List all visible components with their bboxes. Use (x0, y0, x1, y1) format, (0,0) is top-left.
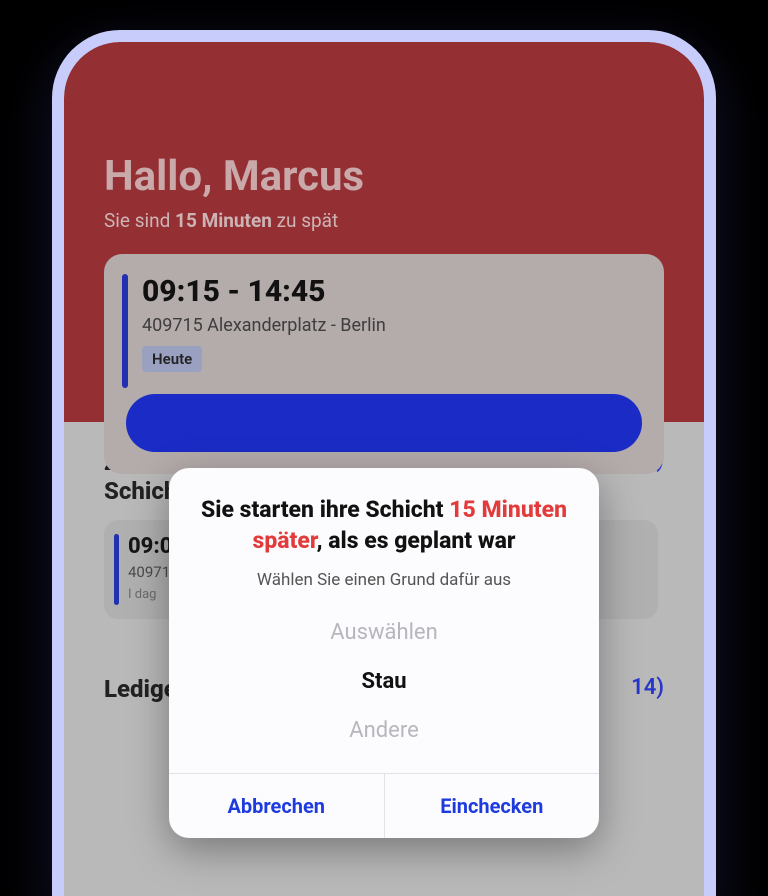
modal-title: Sie starten ihre Schicht 15 Minuten spät… (197, 494, 571, 556)
picker-option-next[interactable]: Andere (197, 706, 571, 755)
modal-title-a: Sie starten ihre Schicht (201, 496, 449, 523)
shift-location: 409715 Alexanderplatz - Berlin (142, 315, 642, 336)
shift-time: 09:15 - 14:45 (142, 274, 642, 309)
available-count[interactable]: 14) (631, 675, 664, 700)
confirm-button[interactable]: Einchecken (384, 774, 600, 838)
cancel-button[interactable]: Abbrechen (169, 774, 384, 838)
header: Hallo, Marcus Sie sind 15 Minuten zu spä… (64, 42, 704, 422)
late-reason-modal: Sie starten ihre Schicht 15 Minuten spät… (169, 468, 599, 838)
app-screen: Hallo, Marcus Sie sind 15 Minuten zu spä… (64, 42, 704, 896)
greeting-text: Hallo, Marcus (104, 152, 664, 201)
today-badge: Heute (142, 346, 202, 372)
late-amount: 15 Minuten (175, 209, 272, 232)
late-prefix: Sie sind (104, 209, 175, 232)
modal-title-b: , als es geplant war (317, 527, 516, 554)
picker-option-prev[interactable]: Auswählen (197, 608, 571, 657)
picker-option-selected[interactable]: Stau (197, 657, 571, 706)
phone-frame: Hallo, Marcus Sie sind 15 Minuten zu spä… (52, 30, 716, 896)
late-status: Sie sind 15 Minuten zu spät (104, 209, 664, 232)
reason-picker[interactable]: Auswählen Stau Andere (197, 608, 571, 755)
modal-actions: Abbrechen Einchecken (169, 773, 599, 838)
accent-bar-icon (122, 274, 128, 388)
modal-subtitle: Wählen Sie einen Grund dafür aus (197, 570, 571, 590)
late-suffix: zu spät (272, 209, 338, 232)
checkin-button[interactable] (126, 394, 642, 452)
accent-bar-icon (114, 534, 119, 605)
current-shift-card[interactable]: 09:15 - 14:45 409715 Alexanderplatz - Be… (104, 254, 664, 474)
